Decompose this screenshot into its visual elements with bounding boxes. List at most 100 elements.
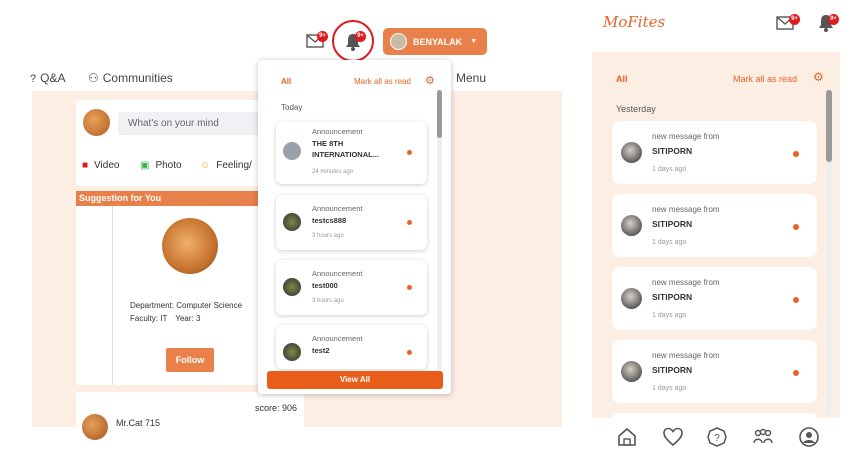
section-label: Today xyxy=(281,103,303,112)
avatar xyxy=(283,343,301,361)
user-name-label[interactable]: Mr.Cat 715 xyxy=(116,418,160,428)
avatar xyxy=(621,288,642,309)
heart-icon[interactable] xyxy=(662,426,686,450)
notification-panel: All Mark all as read ⚙ Yesterday new mes… xyxy=(592,52,840,418)
bottom-nav: ? xyxy=(592,422,860,458)
mark-all-read-link[interactable]: Mark all as read xyxy=(733,74,797,84)
notification-type: Announcement xyxy=(312,127,363,136)
notification-type: Announcement xyxy=(312,334,363,343)
notification-time: 3 hours ago xyxy=(312,298,344,304)
profile-icon[interactable] xyxy=(798,426,822,450)
notification-item[interactable]: Announcement test000 3 hours ago xyxy=(276,260,427,315)
mail-badge: 9+ xyxy=(317,31,328,42)
notification-type: Announcement xyxy=(312,269,363,278)
scrollbar-thumb[interactable] xyxy=(437,90,442,138)
bell-badge: 9+ xyxy=(355,31,366,42)
video-button[interactable]: ■ Video xyxy=(82,160,119,171)
notification-time: 24 minutes ago xyxy=(312,169,354,175)
video-icon: ■ xyxy=(82,160,89,171)
suggested-user-avatar[interactable] xyxy=(162,218,218,274)
sender-name: SITIPORN xyxy=(652,146,693,156)
scrollbar-thumb[interactable] xyxy=(826,90,832,162)
smiley-icon: ☺ xyxy=(200,160,211,171)
nav-communities[interactable]: ⚇ Communities xyxy=(88,71,173,85)
unread-dot xyxy=(793,224,799,230)
sender-name: SITIPORN xyxy=(652,292,693,302)
notification-dropdown: All Mark all as read ⚙ Today Announcemen… xyxy=(258,60,451,394)
notification-text: new message from xyxy=(652,132,720,141)
notification-item[interactable]: new message from SITIPORN 1 days ago xyxy=(612,340,817,403)
avatar xyxy=(621,215,642,236)
avatar xyxy=(621,361,642,382)
gear-icon[interactable]: ⚙ xyxy=(813,70,824,84)
user-avatar xyxy=(390,33,407,50)
leaderboard-card: score: 906 Mr.Cat 715 xyxy=(76,392,304,440)
notification-text: new message from xyxy=(652,205,720,214)
tab-all[interactable]: All xyxy=(281,77,291,86)
notification-time: 1 days ago xyxy=(652,239,687,246)
view-all-button[interactable]: View All xyxy=(267,371,443,389)
mobile-screen: MoFites 9+ 9+ All Mark all as read ⚙ Yes… xyxy=(592,0,860,466)
notification-title: test2 xyxy=(312,346,330,355)
notification-item[interactable]: Announcement THE 8TH INTERNATIONAL... 24… xyxy=(276,122,427,184)
gear-icon[interactable]: ⚙ xyxy=(425,74,435,87)
home-icon[interactable] xyxy=(616,426,640,450)
unread-dot xyxy=(407,350,412,355)
unread-dot xyxy=(793,151,799,157)
unread-dot xyxy=(793,370,799,376)
app-logo[interactable]: MoFites xyxy=(603,13,665,31)
notification-item[interactable]: new message from SITIPORN 1 days ago xyxy=(612,121,817,184)
notification-item[interactable]: new message from SITIPORN 1 days ago xyxy=(612,267,817,330)
chevron-down-icon: ▼ xyxy=(470,38,478,45)
notification-title: test000 xyxy=(312,281,338,290)
photo-icon: ▣ xyxy=(140,160,150,171)
bell-badge: 9+ xyxy=(828,14,839,25)
notification-item[interactable]: Announcement testcs888 3 hours ago xyxy=(276,195,427,250)
svg-text:?: ? xyxy=(714,433,720,444)
user-placeholder-icon xyxy=(283,142,301,160)
avatar xyxy=(621,142,642,163)
nav-menu[interactable]: Menu xyxy=(456,71,486,85)
screen: 9+ 9+ BENYALAK ▼ ? Q&A ⚇ Communities Menu … xyxy=(0,0,860,466)
mark-all-read-link[interactable]: Mark all as read xyxy=(354,77,411,86)
sender-name: SITIPORN xyxy=(652,365,693,375)
department-label: Department: Computer Science xyxy=(130,301,243,310)
notification-title: testcs888 xyxy=(312,216,347,225)
community-icon[interactable] xyxy=(752,426,776,450)
notification-type: Announcement xyxy=(312,204,363,213)
notification-text: new message from xyxy=(652,351,720,360)
question-icon: ? xyxy=(30,73,37,85)
user-menu-button[interactable]: BENYALAK ▼ xyxy=(383,28,487,55)
avatar xyxy=(283,278,301,296)
notification-time: 1 days ago xyxy=(652,385,687,392)
avatar xyxy=(83,109,110,136)
score-label: score: 906 xyxy=(254,403,297,413)
community-icon: ⚇ xyxy=(88,71,99,85)
sender-name: SITIPORN xyxy=(652,219,693,229)
notification-time: 1 days ago xyxy=(652,166,687,173)
notification-text: new message from xyxy=(652,278,720,287)
unread-dot xyxy=(407,285,412,290)
unread-dot xyxy=(407,220,412,225)
scrollbar[interactable] xyxy=(437,90,442,370)
photo-button[interactable]: ▣ Photo xyxy=(140,160,182,171)
unread-dot xyxy=(793,297,799,303)
notification-item[interactable]: Announcement test2 xyxy=(276,325,427,369)
unread-dot xyxy=(407,150,412,155)
avatar xyxy=(82,414,108,440)
notification-time: 1 days ago xyxy=(652,312,687,319)
follow-button[interactable]: Follow xyxy=(166,348,214,372)
notification-item[interactable] xyxy=(612,413,817,418)
notification-title: THE 8TH INTERNATIONAL... xyxy=(312,139,379,159)
faculty-year-label: Faculty: IT Year: 3 xyxy=(130,314,201,323)
notification-item[interactable]: new message from SITIPORN 1 days ago xyxy=(612,194,817,257)
nav-qa[interactable]: ? Q&A xyxy=(30,71,65,85)
avatar xyxy=(283,213,301,231)
tab-all[interactable]: All xyxy=(616,74,628,84)
feeling-button[interactable]: ☺ Feeling/ xyxy=(200,160,252,171)
notification-time: 3 hours ago xyxy=(312,233,344,239)
scrollbar[interactable] xyxy=(826,90,832,416)
user-name: BENYALAK xyxy=(413,36,463,47)
section-label: Yesterday xyxy=(616,104,656,114)
question-icon[interactable]: ? xyxy=(706,426,730,450)
